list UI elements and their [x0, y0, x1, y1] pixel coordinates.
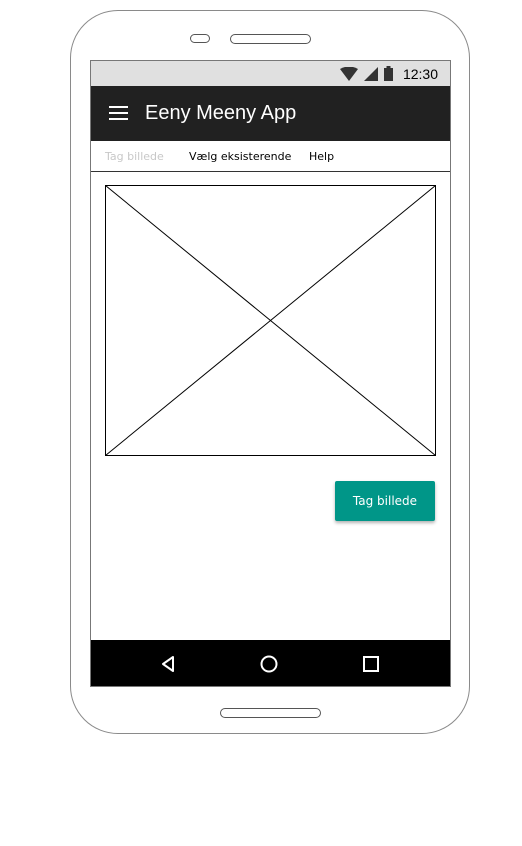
camera-dot [190, 34, 210, 43]
signal-icon [363, 66, 378, 81]
tab-tag-billede[interactable]: Tag billede [105, 150, 164, 163]
back-icon[interactable] [156, 652, 180, 676]
tab-help[interactable]: Help [309, 150, 334, 163]
app-title: Eeny Meeny App [145, 102, 297, 124]
home-icon[interactable] [257, 652, 281, 676]
recents-icon[interactable] [359, 652, 383, 676]
device-home-bar [220, 708, 321, 718]
earpiece-speaker [230, 34, 311, 44]
menu-icon[interactable] [109, 106, 129, 122]
app-bar: Eeny Meeny App [91, 86, 450, 141]
navigation-bar [91, 640, 450, 686]
tag-billede-button[interactable]: Tag billede [335, 481, 435, 521]
tab-bar: Tag billede Vælg eksisterende Help [91, 141, 450, 172]
tab-vaelg-eksisterende[interactable]: Vælg eksisterende [189, 150, 291, 163]
status-bar: 12:30 [91, 61, 450, 86]
device-screen: 12:30 Eeny Meeny App Tag billede Vælg ek… [90, 60, 451, 687]
wifi-icon [339, 66, 358, 81]
status-icons: 12:30 [339, 65, 438, 82]
image-placeholder [105, 185, 436, 456]
battery-icon [383, 66, 393, 81]
status-time: 12:30 [402, 65, 438, 82]
